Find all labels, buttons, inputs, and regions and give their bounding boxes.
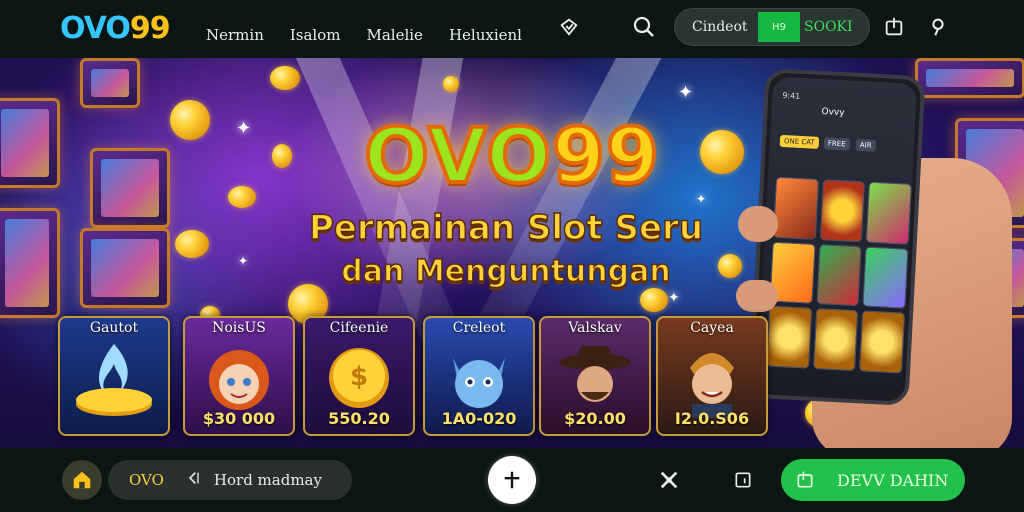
game-card-title: Gautot: [89, 320, 139, 336]
hero-title-99: 99: [550, 111, 661, 200]
bg-slot-machine: [915, 58, 1024, 98]
search-text: Hord madmay: [213, 471, 322, 489]
bottom-bar: OVO Hord madmay DEVV DAHIN: [0, 448, 1024, 512]
search-bar[interactable]: OVO Hord madmay: [108, 460, 352, 500]
game-card[interactable]: NoisUS $30 000: [183, 316, 295, 436]
cowboy-character-icon: [541, 338, 649, 414]
phone-status-time: 9:41: [782, 90, 801, 101]
phone-slot-grid: [766, 176, 912, 374]
slot-tile: [819, 179, 866, 242]
plus-icon: [504, 471, 520, 489]
puzzle-icon[interactable]: [657, 468, 681, 492]
game-card-prize: $30 000: [202, 409, 276, 428]
hero-banner[interactable]: ✦ ✦ ✦ ✦ ✦ OVO99 Permainan Slot Seru dan …: [0, 58, 1024, 448]
game-card-prize: I2.0.S06: [674, 409, 750, 428]
nav-item-4[interactable]: Heluxienl: [449, 26, 522, 44]
sparkle-icon: ✦: [668, 290, 680, 306]
game-card-title: Cayea: [690, 320, 734, 336]
game-card-prize: 1A0-020: [441, 409, 517, 428]
slot-tile: [816, 243, 862, 307]
share-box-icon[interactable]: [880, 13, 908, 41]
home-button[interactable]: [62, 460, 102, 500]
fox-girl-character-icon: [185, 338, 293, 414]
blue-flame-coin-icon: [60, 338, 168, 416]
game-card[interactable]: Gautot: [58, 316, 170, 436]
nav-item-1[interactable]: Nermin: [206, 26, 264, 44]
nav-item-2[interactable]: Isalom: [290, 26, 341, 44]
promo-code-label: OVO: [129, 471, 164, 489]
receipt-icon[interactable]: [731, 468, 755, 492]
logo-text-ovo: OVO: [60, 11, 131, 46]
sparkle-icon: ✦: [678, 82, 694, 103]
game-card-title: Cifeenie: [329, 320, 389, 336]
add-button[interactable]: [488, 456, 536, 504]
bg-slot-machine: [80, 58, 140, 108]
game-card[interactable]: Valskav $20.00: [539, 316, 651, 436]
user-icon[interactable]: [924, 13, 952, 41]
phone-chip: ONE CAT: [779, 134, 820, 149]
game-card-title: Valskav: [568, 320, 622, 336]
slot-tile: [866, 181, 912, 245]
register-button[interactable]: SOOKI: [804, 19, 853, 35]
gold-coin: [443, 76, 459, 92]
blue-cat-character-icon: [425, 338, 533, 414]
phone-app-title: Ovvy: [821, 107, 845, 119]
gold-coin-stack-icon: $: [305, 338, 413, 414]
game-card[interactable]: Cifeenie $ 550.20: [303, 316, 415, 436]
finger: [736, 280, 778, 312]
heart-shield-icon[interactable]: [555, 13, 583, 41]
search-icon[interactable]: [630, 13, 658, 41]
auth-pill: Cindeot H9 SOOKI: [674, 8, 870, 46]
slot-tile: [859, 310, 906, 374]
refresh-icon[interactable]: [186, 470, 202, 490]
game-card[interactable]: Cayea I2.0.S06: [656, 316, 768, 436]
site-logo[interactable]: OVO99: [60, 11, 171, 46]
slot-tile: [862, 246, 909, 310]
top-navigation-bar: OVO99 Nermin Isalom Malelie Heluxienl Ci…: [0, 0, 1024, 58]
finger: [738, 206, 778, 242]
game-card-title: NoisUS: [212, 320, 266, 336]
phone-chip: AIR: [855, 138, 876, 152]
game-card-prize: $20.00: [564, 409, 626, 428]
main-nav: Nermin Isalom Malelie Heluxienl: [206, 26, 548, 44]
gold-coin: [640, 288, 668, 312]
login-button[interactable]: Cindeot: [692, 19, 758, 35]
slot-tile: [766, 305, 812, 369]
slot-tile: [772, 176, 819, 240]
svg-text:$: $: [350, 362, 368, 392]
nav-item-3[interactable]: Malelie: [366, 26, 422, 44]
gold-coin: [270, 66, 300, 90]
game-card-prize: 550.20: [328, 409, 390, 428]
slot-tile: [812, 308, 859, 372]
smiling-man-character-icon: [658, 338, 766, 418]
game-card[interactable]: Creleot 1A0-020: [423, 316, 535, 436]
game-card-title: Creleot: [452, 320, 506, 336]
hero-title-ovo: OVO: [362, 111, 553, 200]
play-now-button[interactable]: DEVV DAHIN: [781, 459, 965, 501]
wallet-icon: [797, 471, 813, 488]
home-icon: [73, 471, 91, 489]
logo-text-99: 99: [129, 11, 171, 46]
phone-mockup: 9:41 Ovvy ONE CAT FREE AIR: [748, 68, 926, 406]
register-badge[interactable]: H9: [758, 12, 800, 42]
play-now-label: DEVV DAHIN: [837, 470, 949, 490]
phone-chip: FREE: [823, 137, 850, 151]
